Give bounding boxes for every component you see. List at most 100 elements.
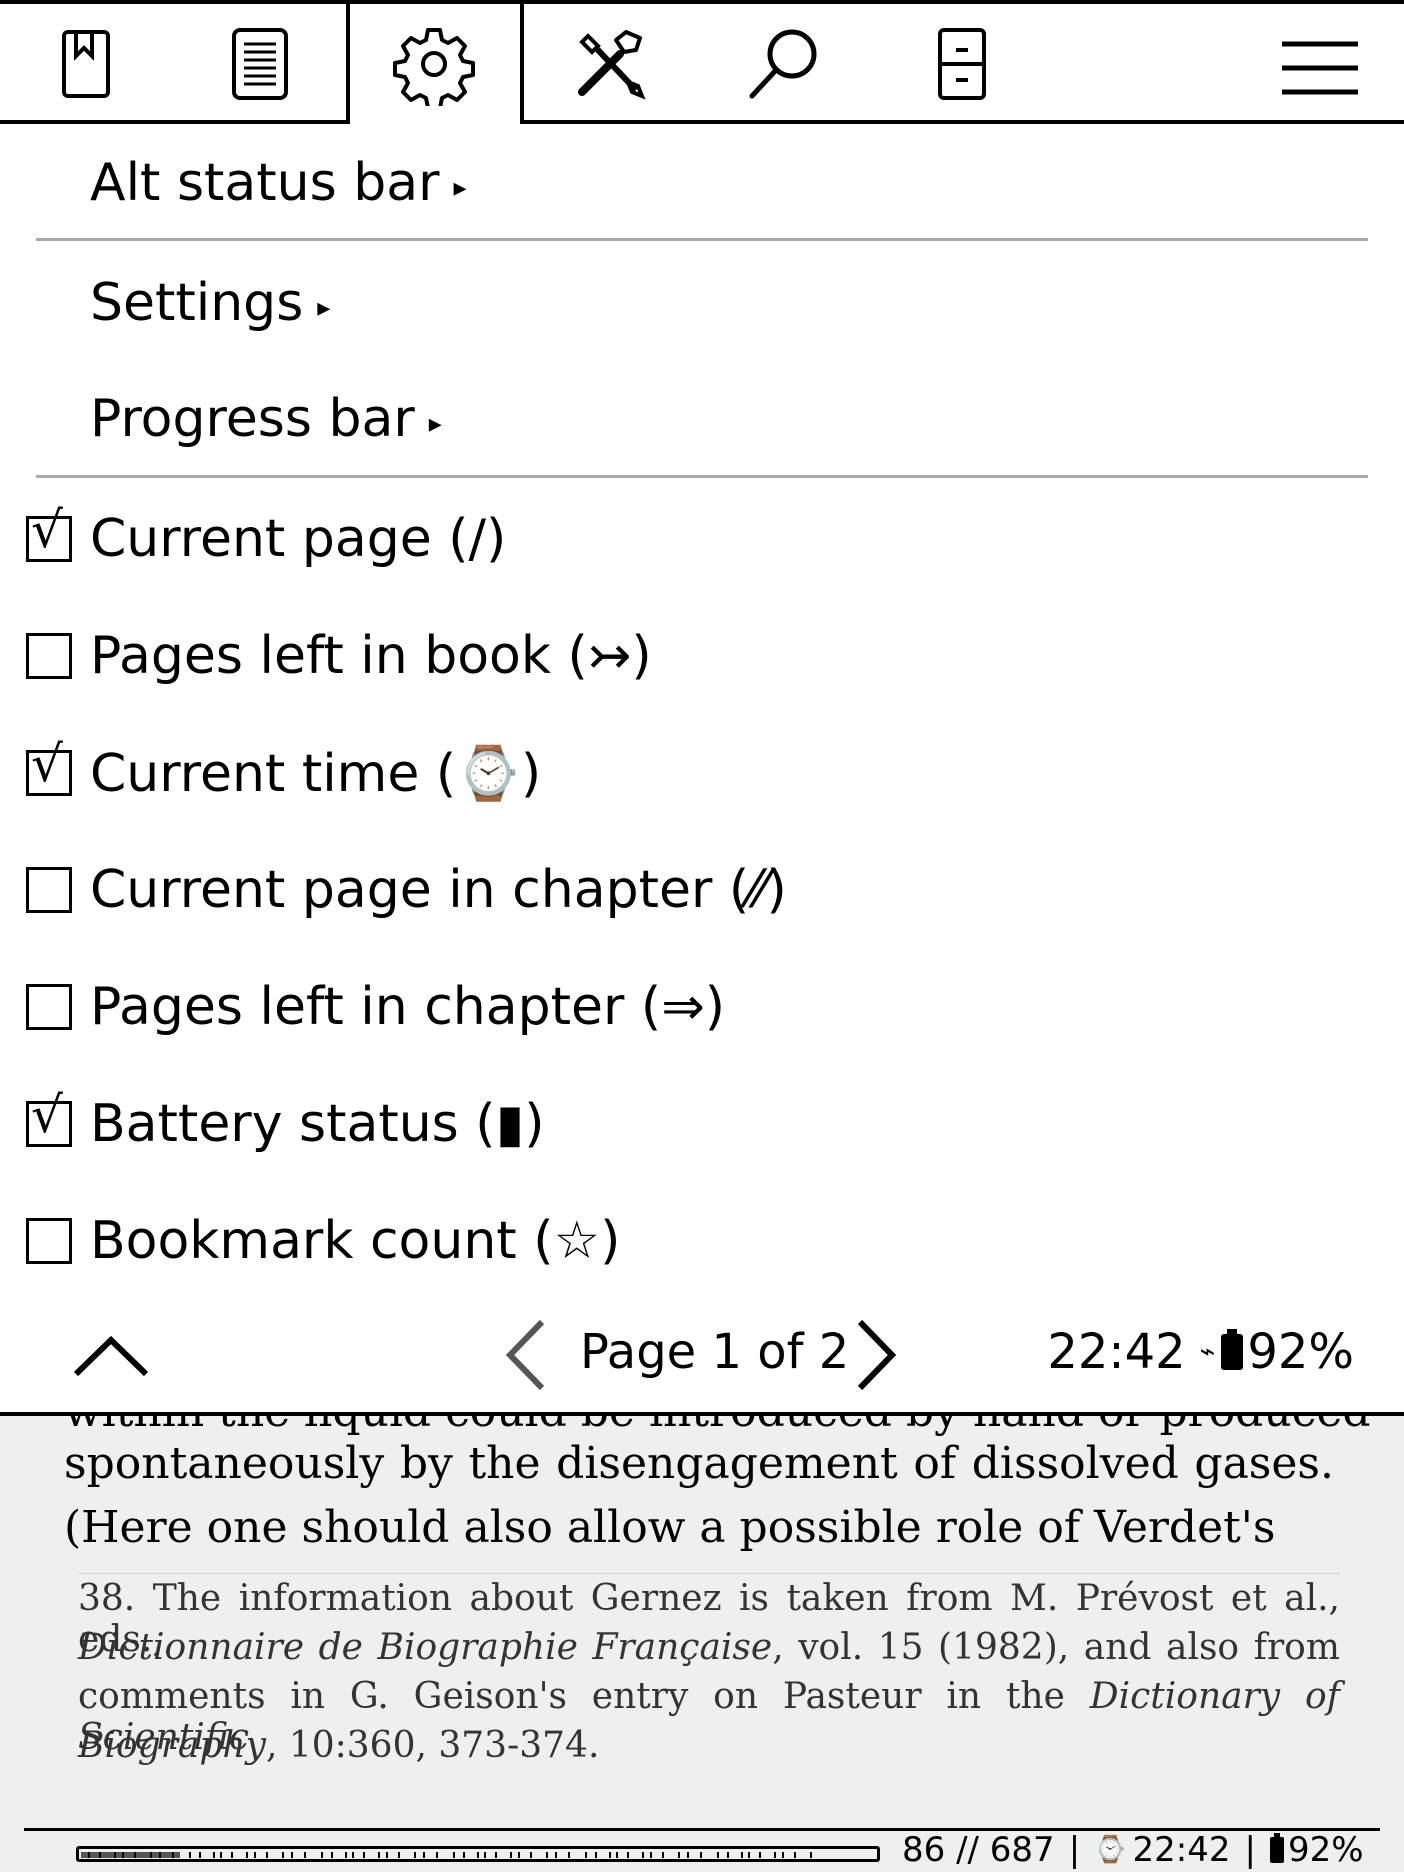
option-label: Current page (/) xyxy=(90,509,507,569)
tab-search[interactable] xyxy=(734,14,834,114)
checkbox[interactable] xyxy=(26,633,72,679)
footnote-separator xyxy=(78,1573,1340,1574)
chapter-tick xyxy=(114,1852,116,1858)
chapter-tick xyxy=(627,1852,629,1858)
option-bookmark-count[interactable]: Bookmark count (☆) xyxy=(0,1186,1404,1296)
option-current-page[interactable]: √ Current page (/) xyxy=(0,484,1404,594)
chapter-tick xyxy=(546,1852,548,1858)
option-current-page-in-chapter[interactable]: Current page in chapter (⁄⁄) xyxy=(0,835,1404,945)
chapter-tick xyxy=(555,1852,557,1858)
chapter-tick xyxy=(700,1852,702,1858)
tab-navigation[interactable] xyxy=(36,14,136,114)
tab-filemanager[interactable] xyxy=(910,14,1010,114)
book-progress-bar[interactable] xyxy=(76,1846,880,1862)
chapter-tick xyxy=(246,1852,248,1858)
chapter-tick xyxy=(423,1852,425,1858)
battery-percent: 92% xyxy=(1247,1324,1354,1380)
submenu-label: Progress bar ▸ xyxy=(90,389,442,449)
submenu-settings[interactable]: Settings ▸ xyxy=(0,248,1404,358)
chapter-tick xyxy=(518,1852,520,1858)
chapter-tick xyxy=(282,1852,284,1858)
option-label: Current page in chapter (⁄⁄) xyxy=(90,860,787,920)
checkbox[interactable] xyxy=(26,867,72,913)
submenu-arrow-icon: ▸ xyxy=(453,173,467,203)
chapter-tick xyxy=(782,1852,784,1858)
separator: | xyxy=(1068,1830,1081,1870)
check-mark-icon: √ xyxy=(31,501,63,559)
option-label: Pages left in book (↣) xyxy=(90,626,652,686)
check-mark-icon: √ xyxy=(31,735,63,793)
menu-separator xyxy=(36,238,1368,241)
chapter-tick xyxy=(172,1852,174,1858)
submenu-alt-status-bar[interactable]: Alt status bar ▸ xyxy=(0,128,1404,238)
option-battery-status[interactable]: √ Battery status (▮) xyxy=(0,1069,1404,1179)
battery-icon xyxy=(1221,1329,1244,1370)
chapter-tick xyxy=(88,1852,90,1858)
main-menu-button[interactable] xyxy=(1270,14,1370,114)
active-tab-border xyxy=(520,0,524,124)
clock-time: 22:42 xyxy=(1047,1324,1186,1380)
chapter-tick xyxy=(398,1852,400,1858)
chapter-tick xyxy=(436,1852,438,1858)
progress-fill xyxy=(81,1852,180,1858)
menu-separator xyxy=(36,475,1368,478)
chapter-tick xyxy=(717,1852,719,1858)
chapter-tick xyxy=(774,1852,776,1858)
submenu-progress-bar[interactable]: Progress bar ▸ xyxy=(0,364,1404,474)
submenu-label: Alt status bar ▸ xyxy=(90,153,467,213)
checkbox[interactable]: √ xyxy=(26,1090,72,1147)
chapter-tick xyxy=(352,1852,354,1858)
chapter-tick xyxy=(477,1852,479,1858)
checkbox[interactable]: √ xyxy=(26,739,72,796)
checkbox[interactable]: √ xyxy=(26,505,72,562)
checkbox[interactable] xyxy=(26,984,72,1030)
active-tab-border xyxy=(346,0,350,124)
chapter-tick xyxy=(159,1852,161,1858)
chapter-tick xyxy=(220,1852,222,1858)
chapter-tick xyxy=(345,1852,347,1858)
chevron-left-icon[interactable] xyxy=(500,1318,556,1392)
chapter-tick xyxy=(662,1852,664,1858)
text-line: (Here one should also allow a possible r… xyxy=(64,1502,1276,1553)
chapter-tick xyxy=(386,1852,388,1858)
chapter-tick xyxy=(331,1852,333,1858)
footer-battery: 92% xyxy=(1287,1830,1364,1870)
chapter-tick xyxy=(687,1852,689,1858)
option-pages-left-in-book[interactable]: Pages left in book (↣) xyxy=(0,601,1404,711)
submenu-label: Settings ▸ xyxy=(90,273,331,333)
submenu-arrow-icon: ▸ xyxy=(428,409,442,439)
footer-time: 22:42 xyxy=(1132,1830,1231,1870)
wifi-off-icon: ⌁ xyxy=(1199,1337,1216,1367)
option-label: Bookmark count (☆) xyxy=(90,1211,621,1271)
separator: | xyxy=(1244,1830,1256,1870)
chapter-tick xyxy=(213,1852,215,1858)
chapter-tick xyxy=(530,1852,532,1858)
tab-typeset[interactable] xyxy=(210,14,310,114)
chevron-right-icon[interactable] xyxy=(846,1318,902,1392)
hamburger-menu-icon xyxy=(1282,41,1358,95)
option-pages-left-in-chapter[interactable]: Pages left in chapter (⇒) xyxy=(0,952,1404,1062)
chapter-tick xyxy=(321,1852,323,1858)
tab-settings[interactable] xyxy=(384,14,484,114)
chapter-tick xyxy=(727,1852,729,1858)
document-icon xyxy=(232,28,288,100)
chapter-tick xyxy=(510,1852,512,1858)
chapter-tick xyxy=(150,1852,152,1858)
device-status: 22:42 ⌁ 92% xyxy=(1047,1324,1354,1380)
tab-tools[interactable] xyxy=(560,14,660,114)
chapter-tick xyxy=(266,1852,268,1858)
page-count: 86 // 687 xyxy=(902,1830,1055,1870)
chapter-tick xyxy=(484,1852,486,1858)
page-indicator: Page 1 of 2 xyxy=(580,1324,850,1380)
chapter-tick xyxy=(650,1852,652,1858)
text-line: spontaneously by the disengagement of di… xyxy=(64,1438,1334,1489)
option-label: Pages left in chapter (⇒) xyxy=(90,977,726,1037)
chapter-tick xyxy=(495,1852,497,1858)
chevron-up-icon[interactable] xyxy=(72,1322,150,1382)
chapter-tick xyxy=(122,1852,124,1858)
option-current-time[interactable]: √ Current time (⌚) xyxy=(0,718,1404,828)
search-icon xyxy=(749,29,817,99)
chapter-tick xyxy=(609,1852,611,1858)
checkbox[interactable] xyxy=(26,1218,72,1264)
chapter-tick xyxy=(189,1852,191,1858)
